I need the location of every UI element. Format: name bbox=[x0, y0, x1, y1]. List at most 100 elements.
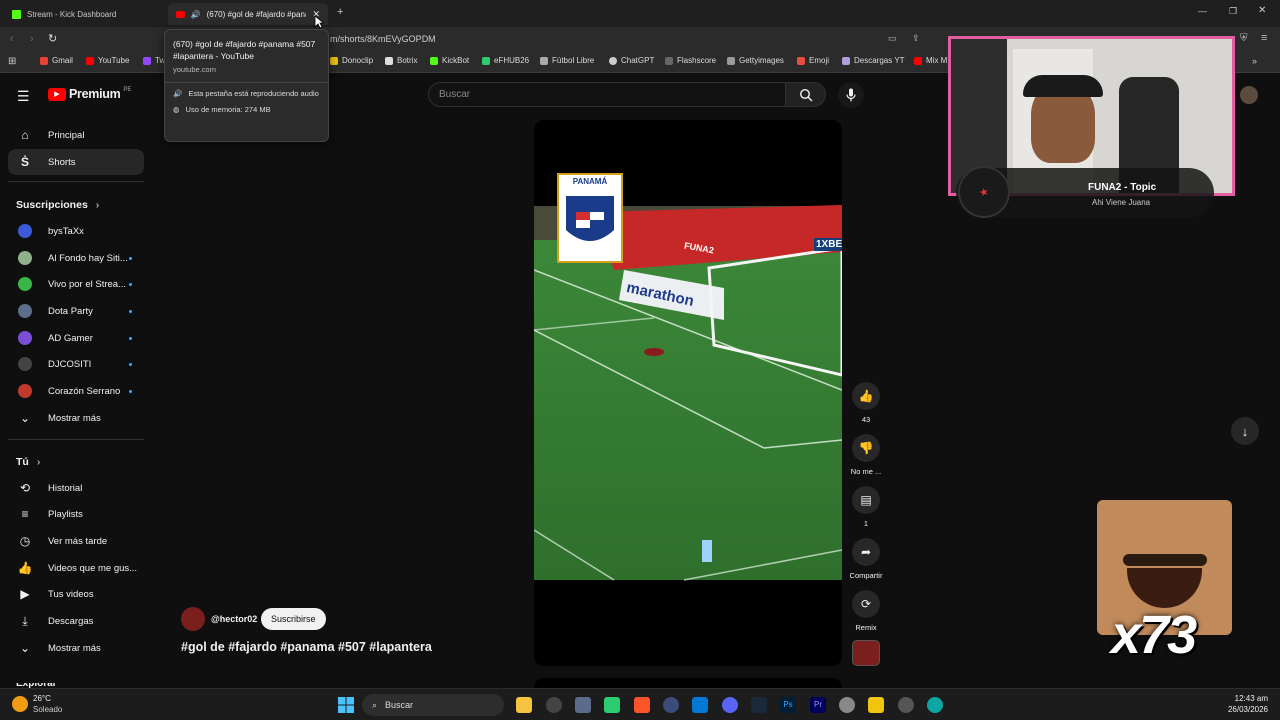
share-button[interactable]: ➦ Compartir bbox=[850, 538, 882, 580]
minimize-icon[interactable]: — bbox=[1198, 6, 1207, 16]
brave-browser-icon[interactable] bbox=[634, 697, 650, 713]
media-player-icon[interactable] bbox=[898, 697, 914, 713]
bookmark-gmail[interactable]: Gmail bbox=[40, 56, 73, 65]
channel-avatar bbox=[18, 304, 32, 318]
share-page-icon[interactable]: ⇪ bbox=[912, 33, 920, 44]
channel-handle[interactable]: @hector02 bbox=[211, 614, 257, 624]
thumbs-down-icon: 👎 bbox=[852, 434, 880, 462]
reload-icon[interactable]: ↻ bbox=[48, 32, 57, 45]
comments-button[interactable]: ▤ 1 bbox=[850, 486, 882, 528]
weather-sun-icon bbox=[12, 696, 28, 712]
chrome-icon[interactable] bbox=[546, 697, 562, 713]
sidebar-item-your-videos[interactable]: ▶ Tus videos bbox=[8, 581, 144, 607]
home-icon: ⌂ bbox=[21, 128, 29, 142]
account-avatar[interactable] bbox=[1240, 86, 1258, 104]
sidebar-item-shorts[interactable]: Ṡ Shorts bbox=[8, 149, 144, 175]
app-icon[interactable] bbox=[575, 697, 591, 713]
sidebar-item-downloads[interactable]: ⤓ Descargas bbox=[8, 608, 144, 634]
sidebar-show-more-you[interactable]: ⌄ Mostrar más bbox=[8, 635, 144, 661]
more-bookmarks-icon[interactable]: » bbox=[1252, 56, 1257, 66]
restore-icon[interactable]: ❐ bbox=[1229, 6, 1237, 17]
share-icon: ➦ bbox=[852, 538, 880, 566]
sidebar-divider bbox=[8, 439, 144, 440]
sidebar-item-subscription[interactable]: DJCOSITI bbox=[8, 351, 144, 377]
chevron-right-icon: › bbox=[95, 199, 100, 211]
dislike-button[interactable]: 👎 No me ... bbox=[850, 434, 882, 476]
chevron-down-icon: ⌄ bbox=[19, 641, 31, 655]
back-icon[interactable]: ‹ bbox=[10, 33, 14, 45]
sidebar-item-subscription[interactable]: Al Fondo hay Siti... bbox=[8, 245, 144, 271]
you-heading[interactable]: Tú › bbox=[16, 456, 40, 468]
app-icon[interactable] bbox=[663, 697, 679, 713]
subscribe-button[interactable]: Suscribirse bbox=[261, 608, 326, 630]
sidebar-item-historial[interactable]: ⟲ Historial bbox=[8, 475, 144, 501]
sidebar-item-subscription[interactable]: Vivo por el Strea... bbox=[8, 271, 144, 297]
bookmark-youtube[interactable]: YouTube bbox=[86, 56, 129, 65]
weather-temp[interactable]: 26°C bbox=[33, 694, 51, 703]
short-video-player[interactable]: PANAMÁ marathon FUNA2 1XBE bbox=[534, 120, 842, 666]
subscriptions-heading[interactable]: Suscripciones › bbox=[16, 199, 99, 211]
sidebar-item-watch-later[interactable]: ◷ Ver más tarde bbox=[8, 528, 144, 554]
cast-icon[interactable]: ▭ bbox=[888, 33, 897, 44]
discord-icon[interactable] bbox=[722, 697, 738, 713]
calculator-icon[interactable] bbox=[692, 697, 708, 713]
url-field[interactable]: m/shorts/8KmEVyGOPDM bbox=[330, 34, 436, 44]
bookmark-mix[interactable]: Mix M bbox=[914, 56, 947, 65]
notes-icon[interactable] bbox=[868, 697, 884, 713]
taskbar-search[interactable]: ⌕ Buscar bbox=[362, 694, 504, 716]
windows-start-icon[interactable] bbox=[338, 697, 354, 713]
bookmark-kickbot[interactable]: KickBot bbox=[430, 56, 469, 65]
sidebar-item-playlists[interactable]: ≡ Playlists bbox=[8, 501, 144, 527]
youtube-premium-logo[interactable]: ▶ Premium PE bbox=[48, 87, 131, 101]
photoshop-icon[interactable]: Ps bbox=[780, 697, 796, 713]
next-short-button[interactable]: ↓ bbox=[1231, 417, 1259, 445]
bookmark-efhub26[interactable]: eFHUB26 bbox=[482, 56, 529, 65]
bookmark-twitch[interactable]: Tw bbox=[143, 56, 165, 65]
like-button[interactable]: 👍 43 bbox=[850, 382, 882, 424]
sidebar-item-principal[interactable]: ⌂ Principal bbox=[8, 122, 144, 148]
shield-icon[interactable]: ⛨ bbox=[1240, 33, 1248, 44]
menu-icon[interactable]: ≡ bbox=[1261, 32, 1267, 44]
weather-desc: Soleado bbox=[33, 705, 63, 714]
sidebar-item-subscription[interactable]: Corazón Serrano bbox=[8, 378, 144, 404]
tab-kick-dashboard[interactable]: Stream - Kick Dashboard bbox=[4, 3, 164, 25]
bookmark-futbol-libre[interactable]: Fútbol Libre bbox=[540, 56, 594, 65]
sidebar-item-subscription[interactable]: bysTaXx bbox=[8, 218, 144, 244]
new-tab-button[interactable]: + bbox=[337, 6, 343, 18]
tab-youtube-short[interactable]: 🔊 (670) #gol de #fajardo #pana ✕ bbox=[168, 3, 328, 25]
bookmark-emoji[interactable]: Emoji bbox=[797, 56, 829, 65]
edge-icon[interactable] bbox=[927, 697, 943, 713]
forward-icon[interactable]: › bbox=[30, 33, 34, 45]
speaker-icon[interactable]: 🔊 bbox=[191, 10, 201, 19]
search-input[interactable]: Buscar bbox=[428, 82, 786, 107]
sidebar-item-liked-videos[interactable]: 👍 Videos que me gus... bbox=[8, 555, 144, 581]
bookmark-donoclip[interactable]: Donoclip bbox=[330, 56, 373, 65]
app-icon[interactable] bbox=[604, 697, 620, 713]
hamburger-menu-icon[interactable]: ☰ bbox=[17, 88, 30, 105]
sound-thumbnail[interactable] bbox=[852, 640, 880, 666]
apps-grid-icon[interactable]: ⊞ bbox=[8, 56, 16, 67]
sidebar-item-subscription[interactable]: AD Gamer bbox=[8, 325, 144, 351]
audio-status: Esta pestaña está reproduciendo audio bbox=[188, 89, 319, 98]
voice-search-button[interactable] bbox=[838, 82, 864, 108]
channel-avatar[interactable] bbox=[181, 607, 205, 631]
sidebar-show-more-subs[interactable]: ⌄ Mostrar más bbox=[8, 405, 144, 431]
settings-icon[interactable] bbox=[839, 697, 855, 713]
bookmark-gettyimages[interactable]: Gettyimages bbox=[727, 56, 784, 65]
remix-button[interactable]: ⟳ Remix bbox=[850, 590, 882, 632]
bookmark-chatgpt[interactable]: ChatGPT bbox=[609, 56, 654, 65]
song-title: FUNA2 - Topic bbox=[1088, 182, 1157, 193]
song-artist: Ahi Viene Juana bbox=[1092, 198, 1151, 207]
bookmark-descargas-yt[interactable]: Descargas YT bbox=[842, 56, 905, 65]
youtube-icon bbox=[176, 10, 185, 18]
clock-time[interactable]: 12:43 am bbox=[1226, 694, 1268, 703]
close-window-icon[interactable]: ✕ bbox=[1258, 5, 1266, 16]
sidebar-item-subscription[interactable]: Dota Party bbox=[8, 298, 144, 324]
search-button[interactable] bbox=[786, 82, 826, 107]
bookmark-flashscore[interactable]: Flashscore bbox=[665, 56, 716, 65]
search-placeholder: Buscar bbox=[439, 89, 471, 100]
premiere-icon[interactable]: Pr bbox=[810, 697, 826, 713]
bookmark-botrix[interactable]: Botrix bbox=[385, 56, 417, 65]
steam-icon[interactable] bbox=[751, 697, 767, 713]
file-explorer-icon[interactable] bbox=[516, 697, 532, 713]
